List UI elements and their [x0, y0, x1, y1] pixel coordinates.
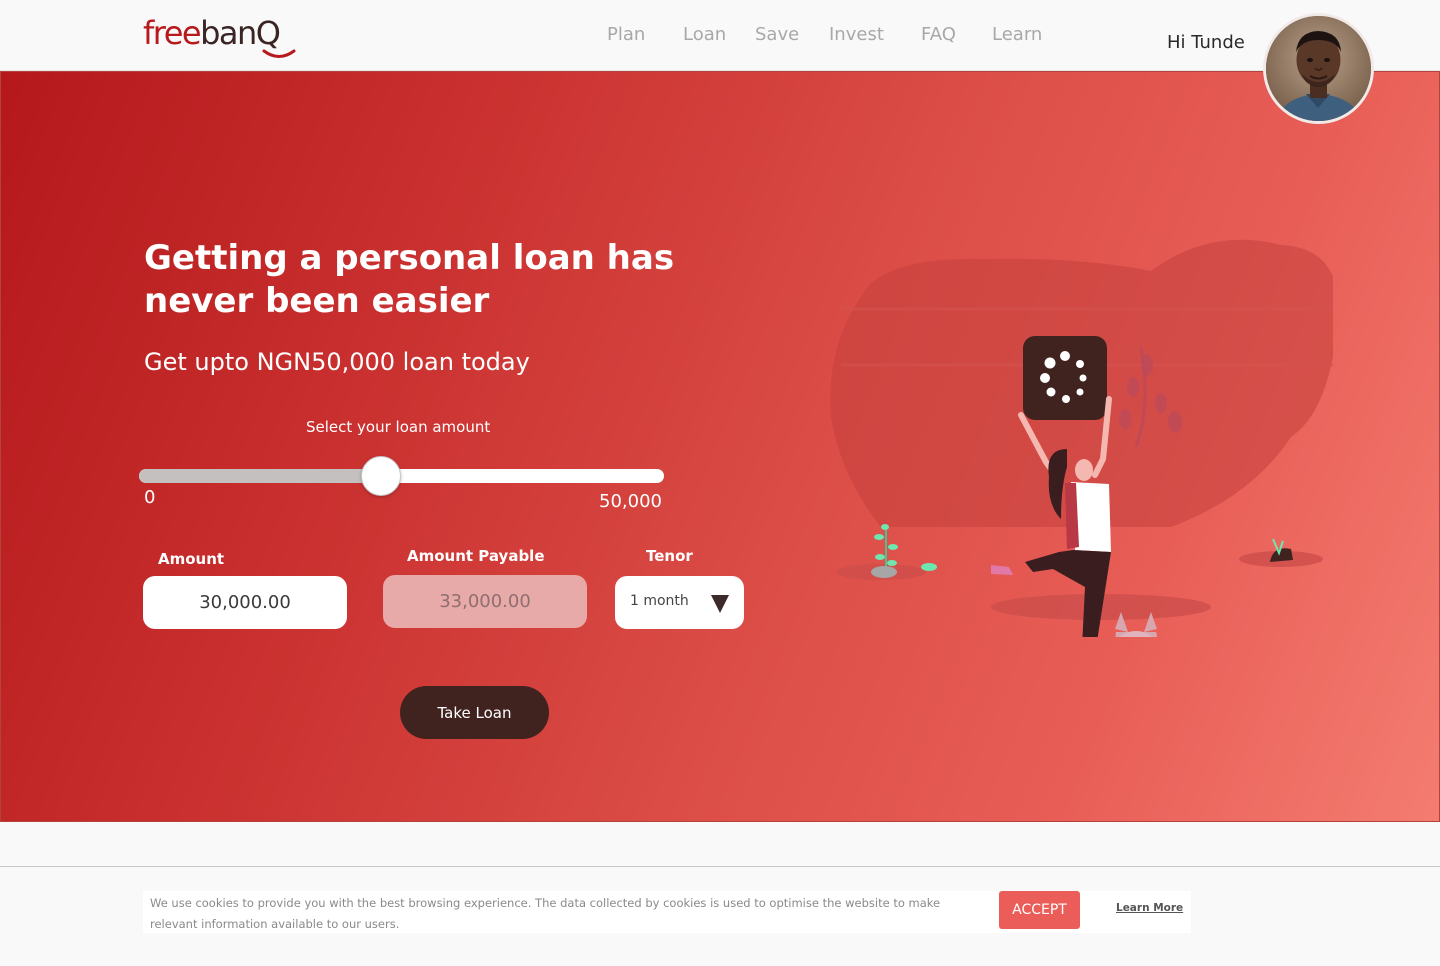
- hero-banner: Getting a personal loan has never been e…: [0, 71, 1440, 822]
- section-divider: [0, 866, 1440, 867]
- nav-item-learn[interactable]: Learn: [992, 24, 1042, 45]
- slider-max-label: 50,000: [599, 491, 662, 512]
- nav-item-invest[interactable]: Invest: [829, 24, 884, 45]
- user-greeting: Hi Tunde: [1167, 32, 1245, 53]
- nav-item-loan[interactable]: Loan: [683, 24, 726, 45]
- cookie-banner: We use cookies to provide you with the b…: [143, 891, 1191, 933]
- cookie-text: We use cookies to provide you with the b…: [150, 896, 941, 931]
- hero-subtitle: Get upto NGN50,000 loan today: [144, 348, 530, 376]
- tenor-value: 1 month: [630, 593, 689, 609]
- tenor-select[interactable]: 1 month: [615, 576, 744, 629]
- amount-label: Amount: [158, 550, 225, 568]
- tenor-label: Tenor: [646, 547, 693, 565]
- loan-amount-slider[interactable]: [139, 456, 664, 496]
- take-loan-button[interactable]: Take Loan: [400, 686, 549, 739]
- amount-input[interactable]: [143, 576, 347, 629]
- amount-payable-label: Amount Payable: [407, 547, 545, 565]
- cookie-learn-more-link[interactable]: Learn More: [1116, 902, 1183, 914]
- amount-payable-field: [383, 575, 587, 628]
- user-avatar[interactable]: [1263, 13, 1374, 124]
- slider-caption: Select your loan amount: [306, 418, 491, 436]
- top-header: freebanQ Plan Loan Save Invest FAQ Learn…: [0, 0, 1440, 71]
- logo-swoosh-icon: [262, 49, 296, 58]
- dropdown-arrow-icon: [711, 595, 729, 613]
- nav-item-plan[interactable]: Plan: [607, 24, 645, 45]
- slider-min-label: 0: [144, 487, 156, 508]
- nav-item-save[interactable]: Save: [755, 24, 799, 45]
- slider-fill: [139, 469, 381, 483]
- hero-title: Getting a personal loan has never been e…: [144, 238, 675, 321]
- nav-item-faq[interactable]: FAQ: [921, 24, 956, 45]
- slider-thumb[interactable]: [360, 456, 401, 496]
- loan-illustration: [830, 239, 1333, 637]
- avatar-portrait-icon: [1266, 16, 1371, 121]
- cookie-accept-button[interactable]: ACCEPT: [999, 891, 1080, 929]
